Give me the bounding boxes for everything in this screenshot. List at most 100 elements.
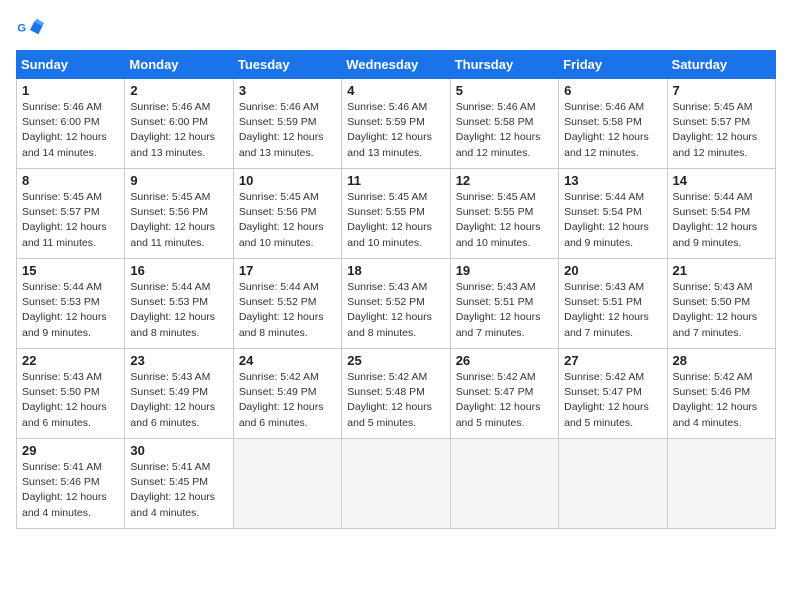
day-info: Sunrise: 5:43 AMSunset: 5:51 PMDaylight:…: [564, 280, 661, 341]
day-info: Sunrise: 5:45 AMSunset: 5:55 PMDaylight:…: [347, 190, 444, 251]
day-info: Sunrise: 5:42 AMSunset: 5:46 PMDaylight:…: [673, 370, 770, 431]
day-number: 1: [22, 83, 119, 98]
calendar-cell: 1 Sunrise: 5:46 AMSunset: 6:00 PMDaylight…: [17, 79, 125, 169]
calendar-cell: 30Sunrise: 5:41 AMSunset: 5:45 PMDayligh…: [125, 439, 233, 529]
calendar-cell: 24 Sunrise: 5:42 AMSunset: 5:49 PMDayligh…: [233, 349, 341, 439]
day-info: Sunrise: 5:45 AMSunset: 5:56 PMDaylight:…: [239, 190, 336, 251]
calendar-cell: 16 Sunrise: 5:44 AMSunset: 5:53 PMDayligh…: [125, 259, 233, 349]
calendar-table: SundayMondayTuesdayWednesdayThursdayFrid…: [16, 50, 776, 529]
calendar-cell: 26 Sunrise: 5:42 AMSunset: 5:47 PMDayligh…: [450, 349, 558, 439]
calendar-cell: 6Sunrise: 5:46 AMSunset: 5:58 PMDaylight…: [559, 79, 667, 169]
day-number: 9: [130, 173, 227, 188]
calendar-cell: 4 Sunrise: 5:46 AMSunset: 5:59 PMDaylight…: [342, 79, 450, 169]
day-number: 7: [673, 83, 770, 98]
day-number: 15: [22, 263, 119, 278]
page-header: G: [16, 16, 776, 44]
day-number: 24: [239, 353, 336, 368]
calendar-cell: 9 Sunrise: 5:45 AMSunset: 5:56 PMDaylight…: [125, 169, 233, 259]
logo: G: [16, 16, 48, 44]
day-number: 11: [347, 173, 444, 188]
day-number: 3: [239, 83, 336, 98]
calendar-cell: 18 Sunrise: 5:43 AMSunset: 5:52 PMDayligh…: [342, 259, 450, 349]
day-number: 4: [347, 83, 444, 98]
calendar-cell: [667, 439, 775, 529]
day-info: Sunrise: 5:41 AMSunset: 5:46 PMDaylight:…: [22, 460, 119, 521]
day-info: Sunrise: 5:46 AMSunset: 5:58 PMDaylight:…: [456, 100, 553, 161]
weekday-header-sunday: Sunday: [17, 51, 125, 79]
weekday-header-saturday: Saturday: [667, 51, 775, 79]
day-number: 12: [456, 173, 553, 188]
day-info: Sunrise: 5:45 AMSunset: 5:56 PMDaylight:…: [130, 190, 227, 251]
day-info: Sunrise: 5:44 AMSunset: 5:52 PMDaylight:…: [239, 280, 336, 341]
calendar-cell: 28Sunrise: 5:42 AMSunset: 5:46 PMDayligh…: [667, 349, 775, 439]
day-number: 21: [673, 263, 770, 278]
weekday-header-wednesday: Wednesday: [342, 51, 450, 79]
calendar-cell: 3 Sunrise: 5:46 AMSunset: 5:59 PMDaylight…: [233, 79, 341, 169]
weekday-header-monday: Monday: [125, 51, 233, 79]
calendar-cell: [342, 439, 450, 529]
calendar-cell: [559, 439, 667, 529]
calendar-cell: 23Sunrise: 5:43 AMSunset: 5:49 PMDayligh…: [125, 349, 233, 439]
calendar-cell: 13 Sunrise: 5:44 AMSunset: 5:54 PMDayligh…: [559, 169, 667, 259]
day-info: Sunrise: 5:43 AMSunset: 5:51 PMDaylight:…: [456, 280, 553, 341]
calendar-cell: 29 Sunrise: 5:41 AMSunset: 5:46 PMDayligh…: [17, 439, 125, 529]
day-info: Sunrise: 5:46 AMSunset: 6:00 PMDaylight:…: [130, 100, 227, 161]
weekday-header-tuesday: Tuesday: [233, 51, 341, 79]
calendar-cell: 5 Sunrise: 5:46 AMSunset: 5:58 PMDaylight…: [450, 79, 558, 169]
day-info: Sunrise: 5:46 AMSunset: 5:59 PMDaylight:…: [347, 100, 444, 161]
day-number: 2: [130, 83, 227, 98]
day-info: Sunrise: 5:45 AMSunset: 5:57 PMDaylight:…: [673, 100, 770, 161]
weekday-header-row: SundayMondayTuesdayWednesdayThursdayFrid…: [17, 51, 776, 79]
calendar-cell: 25Sunrise: 5:42 AMSunset: 5:48 PMDayligh…: [342, 349, 450, 439]
calendar-cell: 12 Sunrise: 5:45 AMSunset: 5:55 PMDayligh…: [450, 169, 558, 259]
day-info: Sunrise: 5:42 AMSunset: 5:47 PMDaylight:…: [456, 370, 553, 431]
day-info: Sunrise: 5:46 AMSunset: 6:00 PMDaylight:…: [22, 100, 119, 161]
day-number: 27: [564, 353, 661, 368]
calendar-cell: 22 Sunrise: 5:43 AMSunset: 5:50 PMDayligh…: [17, 349, 125, 439]
weekday-header-thursday: Thursday: [450, 51, 558, 79]
calendar-cell: 19 Sunrise: 5:43 AMSunset: 5:51 PMDayligh…: [450, 259, 558, 349]
day-number: 6: [564, 83, 661, 98]
day-info: Sunrise: 5:44 AMSunset: 5:54 PMDaylight:…: [564, 190, 661, 251]
day-number: 20: [564, 263, 661, 278]
day-info: Sunrise: 5:43 AMSunset: 5:50 PMDaylight:…: [673, 280, 770, 341]
calendar-cell: 27 Sunrise: 5:42 AMSunset: 5:47 PMDayligh…: [559, 349, 667, 439]
day-info: Sunrise: 5:43 AMSunset: 5:50 PMDaylight:…: [22, 370, 119, 431]
weekday-header-friday: Friday: [559, 51, 667, 79]
day-info: Sunrise: 5:44 AMSunset: 5:53 PMDaylight:…: [130, 280, 227, 341]
day-info: Sunrise: 5:43 AMSunset: 5:52 PMDaylight:…: [347, 280, 444, 341]
calendar-cell: 21 Sunrise: 5:43 AMSunset: 5:50 PMDayligh…: [667, 259, 775, 349]
day-info: Sunrise: 5:45 AMSunset: 5:57 PMDaylight:…: [22, 190, 119, 251]
day-number: 5: [456, 83, 553, 98]
calendar-cell: 7 Sunrise: 5:45 AMSunset: 5:57 PMDaylight…: [667, 79, 775, 169]
day-info: Sunrise: 5:42 AMSunset: 5:47 PMDaylight:…: [564, 370, 661, 431]
day-number: 25: [347, 353, 444, 368]
calendar-cell: 15 Sunrise: 5:44 AMSunset: 5:53 PMDayligh…: [17, 259, 125, 349]
calendar-week-row: 22 Sunrise: 5:43 AMSunset: 5:50 PMDayligh…: [17, 349, 776, 439]
day-info: Sunrise: 5:43 AMSunset: 5:49 PMDaylight:…: [130, 370, 227, 431]
day-number: 26: [456, 353, 553, 368]
day-number: 29: [22, 443, 119, 458]
day-number: 16: [130, 263, 227, 278]
calendar-cell: [233, 439, 341, 529]
calendar-cell: 2 Sunrise: 5:46 AMSunset: 6:00 PMDaylight…: [125, 79, 233, 169]
day-number: 30: [130, 443, 227, 458]
day-number: 19: [456, 263, 553, 278]
calendar-cell: 20 Sunrise: 5:43 AMSunset: 5:51 PMDayligh…: [559, 259, 667, 349]
calendar-week-row: 1 Sunrise: 5:46 AMSunset: 6:00 PMDaylight…: [17, 79, 776, 169]
day-number: 17: [239, 263, 336, 278]
calendar-cell: 11 Sunrise: 5:45 AMSunset: 5:55 PMDayligh…: [342, 169, 450, 259]
day-info: Sunrise: 5:42 AMSunset: 5:49 PMDaylight:…: [239, 370, 336, 431]
day-number: 18: [347, 263, 444, 278]
calendar-cell: 14Sunrise: 5:44 AMSunset: 5:54 PMDayligh…: [667, 169, 775, 259]
calendar-cell: 8 Sunrise: 5:45 AMSunset: 5:57 PMDaylight…: [17, 169, 125, 259]
day-number: 13: [564, 173, 661, 188]
calendar-cell: 17 Sunrise: 5:44 AMSunset: 5:52 PMDayligh…: [233, 259, 341, 349]
day-number: 10: [239, 173, 336, 188]
day-info: Sunrise: 5:45 AMSunset: 5:55 PMDaylight:…: [456, 190, 553, 251]
day-number: 22: [22, 353, 119, 368]
day-number: 8: [22, 173, 119, 188]
day-info: Sunrise: 5:44 AMSunset: 5:54 PMDaylight:…: [673, 190, 770, 251]
day-info: Sunrise: 5:44 AMSunset: 5:53 PMDaylight:…: [22, 280, 119, 341]
day-info: Sunrise: 5:46 AMSunset: 5:59 PMDaylight:…: [239, 100, 336, 161]
